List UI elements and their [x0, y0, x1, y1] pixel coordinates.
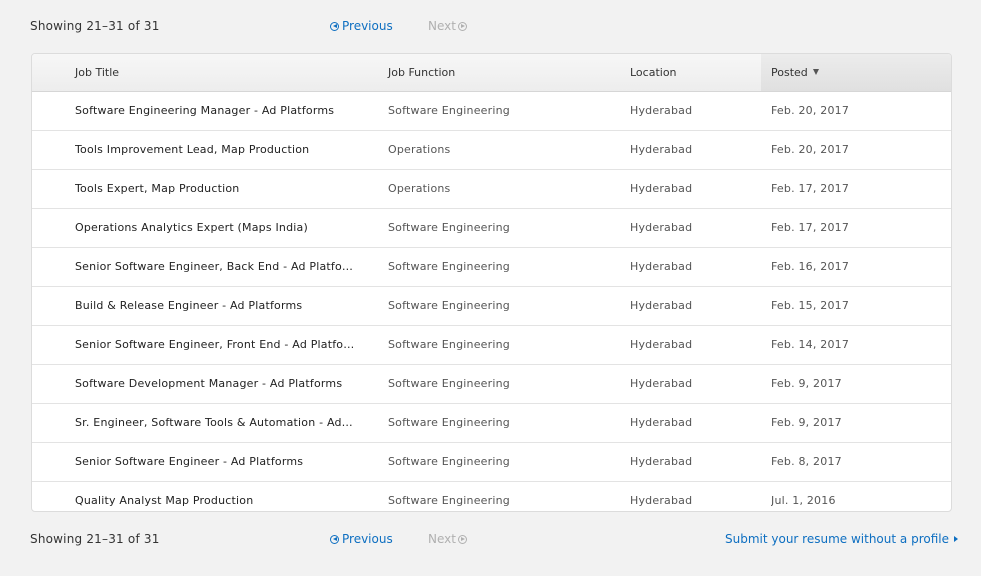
job-function-cell: Software Engineering: [388, 221, 510, 234]
table-row[interactable]: Tools Expert, Map Production Operations Hy…: [32, 170, 951, 209]
table-header: Job Title Job Function Location Posted: [32, 54, 951, 92]
job-title-link[interactable]: Operations Analytics Expert (Maps India): [75, 209, 355, 247]
posted-date-cell: Feb. 16, 2017: [771, 260, 850, 273]
table-row[interactable]: Build & Release Engineer - Ad Platforms S…: [32, 287, 951, 326]
table-row[interactable]: Operations Analytics Expert (Maps India)…: [32, 209, 951, 248]
jobs-table: Job Title Job Function Location Posted S…: [31, 53, 952, 512]
location-cell: Hyderabad: [630, 260, 693, 273]
job-function-cell: Software Engineering: [388, 377, 510, 390]
job-title-link[interactable]: Software Engineering Manager - Ad Platfo…: [75, 92, 355, 130]
job-function-cell: Software Engineering: [388, 299, 510, 312]
location-cell: Hyderabad: [630, 377, 693, 390]
job-title-link[interactable]: Software Development Manager - Ad Platfo…: [75, 365, 355, 403]
job-title-link[interactable]: Tools Improvement Lead, Map Production: [75, 131, 355, 169]
column-header-location[interactable]: Location: [630, 54, 677, 91]
triangle-right-icon: [953, 536, 958, 542]
location-cell: Hyderabad: [630, 182, 693, 195]
caret-down-icon: [812, 69, 819, 75]
table-row[interactable]: Tools Improvement Lead, Map Production Op…: [32, 131, 951, 170]
pagination-top: Showing 21–31 of 31 Previous Next: [0, 19, 981, 39]
posted-date-cell: Feb. 14, 2017: [771, 338, 850, 351]
circle-chevron-left-icon: [330, 21, 339, 31]
table-row[interactable]: Software Development Manager - Ad Platfo…: [32, 365, 951, 404]
job-title-link[interactable]: Build & Release Engineer - Ad Platforms: [75, 287, 355, 325]
job-function-cell: Software Engineering: [388, 338, 510, 351]
posted-date-cell: Feb. 17, 2017: [771, 182, 850, 195]
location-cell: Hyderabad: [630, 455, 693, 468]
location-cell: Hyderabad: [630, 143, 693, 156]
next-page-link: Next: [428, 19, 467, 33]
location-cell: Hyderabad: [630, 221, 693, 234]
table-row[interactable]: Senior Software Engineer, Front End - Ad…: [32, 326, 951, 365]
job-function-cell: Software Engineering: [388, 494, 510, 507]
table-row[interactable]: Sr. Engineer, Software Tools & Automatio…: [32, 404, 951, 443]
circle-chevron-left-icon: [330, 534, 339, 544]
job-title-link[interactable]: Quality Analyst Map Production: [75, 482, 355, 511]
results-count: Showing 21–31 of 31: [30, 532, 160, 546]
posted-date-cell: Feb. 8, 2017: [771, 455, 842, 468]
previous-page-link[interactable]: Previous: [330, 532, 393, 546]
column-header-job-function[interactable]: Job Function: [388, 54, 455, 91]
posted-date-cell: Feb. 20, 2017: [771, 104, 850, 117]
job-function-cell: Operations: [388, 182, 451, 195]
job-function-cell: Operations: [388, 143, 451, 156]
job-title-link[interactable]: Senior Software Engineer, Back End - Ad …: [75, 248, 355, 286]
circle-chevron-right-icon: [457, 21, 467, 31]
location-cell: Hyderabad: [630, 104, 693, 117]
location-cell: Hyderabad: [630, 299, 693, 312]
job-function-cell: Software Engineering: [388, 104, 510, 117]
posted-date-cell: Feb. 15, 2017: [771, 299, 850, 312]
job-function-cell: Software Engineering: [388, 260, 510, 273]
submit-resume-label: Submit your resume without a profile: [725, 532, 949, 546]
table-row[interactable]: Quality Analyst Map Production Software E…: [32, 482, 951, 511]
table-row[interactable]: Senior Software Engineer, Back End - Ad …: [32, 248, 951, 287]
next-label: Next: [428, 532, 456, 546]
location-cell: Hyderabad: [630, 416, 693, 429]
table-row[interactable]: Software Engineering Manager - Ad Platfo…: [32, 92, 951, 131]
posted-date-cell: Feb. 17, 2017: [771, 221, 850, 234]
column-header-job-title[interactable]: Job Title: [75, 54, 119, 91]
next-page-link: Next: [428, 532, 467, 546]
table-row[interactable]: Senior Software Engineer - Ad Platforms S…: [32, 443, 951, 482]
submit-resume-link[interactable]: Submit your resume without a profile: [725, 532, 958, 546]
next-label: Next: [428, 19, 456, 33]
posted-date-cell: Feb. 9, 2017: [771, 377, 842, 390]
previous-page-link[interactable]: Previous: [330, 19, 393, 33]
results-count: Showing 21–31 of 31: [30, 19, 160, 33]
job-title-link[interactable]: Senior Software Engineer, Front End - Ad…: [75, 326, 355, 364]
posted-date-cell: Feb. 9, 2017: [771, 416, 842, 429]
job-function-cell: Software Engineering: [388, 416, 510, 429]
job-title-link[interactable]: Sr. Engineer, Software Tools & Automatio…: [75, 404, 355, 442]
location-cell: Hyderabad: [630, 338, 693, 351]
pagination-bottom: Showing 21–31 of 31 Previous Next Submit…: [0, 532, 981, 552]
circle-chevron-right-icon: [457, 534, 467, 544]
posted-date-cell: Feb. 20, 2017: [771, 143, 850, 156]
job-title-link[interactable]: Tools Expert, Map Production: [75, 170, 355, 208]
previous-label: Previous: [342, 532, 393, 546]
location-cell: Hyderabad: [630, 494, 693, 507]
posted-date-cell: Jul. 1, 2016: [771, 494, 836, 507]
posted-header-label: Posted: [771, 66, 808, 79]
column-header-posted[interactable]: Posted: [761, 54, 951, 91]
job-function-cell: Software Engineering: [388, 455, 510, 468]
table-body: Software Engineering Manager - Ad Platfo…: [32, 92, 951, 511]
job-title-link[interactable]: Senior Software Engineer - Ad Platforms: [75, 443, 355, 481]
previous-label: Previous: [342, 19, 393, 33]
